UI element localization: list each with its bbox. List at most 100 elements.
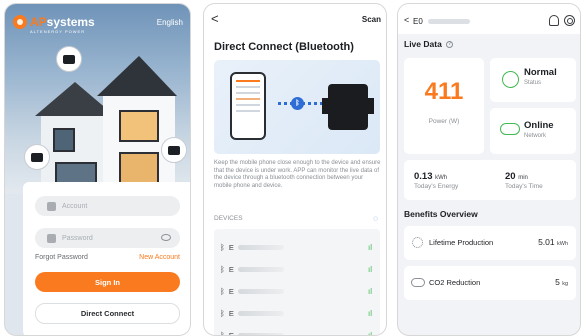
microinverter-art [322,84,374,130]
device-id-redacted [237,310,284,316]
eye-icon[interactable] [161,234,171,241]
account-field[interactable]: Account [35,196,180,216]
network-value: Online [524,120,554,131]
lock-icon [47,233,56,243]
stage: APsystems ALTENERGY POWER English Accoun… [0,0,585,336]
lifetime-unit: kWh [557,241,568,247]
back-icon[interactable]: < [404,15,409,25]
bell-icon[interactable] [549,15,559,26]
energy-value: 0.13 [414,171,433,182]
device-row[interactable]: ᛒ E ıl [220,240,374,254]
device-id: E [228,308,234,318]
window [119,110,159,142]
device-id: E [228,264,234,274]
bluetooth-screen: < Scan Direct Connect (Bluetooth) ᛒ Keep… [203,3,387,336]
status-card: Normal Status [490,58,576,102]
co2-cloud-icon [411,278,425,287]
scan-button[interactable]: Scan [362,15,381,24]
signal-icon: ıl [368,286,372,296]
device-id-redacted [237,244,284,250]
status-label: Status [524,80,542,86]
brand-prefix: AP [30,15,47,29]
devices-label: DEVICES [214,215,243,222]
brand-tagline: ALTENERGY POWER [30,29,86,34]
signal-icon: ıl [368,308,372,318]
device-name-redacted [428,19,470,24]
device-id-redacted [237,266,284,272]
energy-label: Today's Energy [414,183,459,190]
brand-logo: APsystems [13,15,95,29]
bluetooth-small-icon: ᛒ [220,264,225,274]
sign-in-button[interactable]: Sign In [35,272,180,292]
inverter-bubble-icon [56,46,82,72]
lifetime-production-row: Lifetime Production 5.01 kWh [404,226,576,260]
live-data-screen: < E0 Live Data ? 411 Power (W) Normal St… [397,3,581,336]
co2-unit: kg [562,281,568,287]
status-value: Normal [524,67,557,78]
lifetime-value-row: 5.01 kWh [538,237,568,247]
forgot-password-link[interactable]: Forgot Password [35,254,88,261]
top-bar: < Scan [204,4,386,32]
language-switch[interactable]: English [157,18,183,27]
brand-suffix: systems [46,15,95,29]
bluetooth-small-icon: ᛒ [220,330,225,336]
time-unit: min [518,175,528,181]
sun-icon [412,237,423,248]
status-check-icon [502,71,519,88]
page-title: Direct Connect (Bluetooth) [214,41,354,53]
device-id-redacted [237,332,284,335]
time-value: 20 [505,171,516,182]
bluetooth-icon: ᛒ [291,97,304,110]
time-value-row: 20 min [505,171,528,182]
lifetime-value: 5.01 [538,237,555,247]
password-placeholder: Password [62,234,93,242]
device-id: E [228,242,234,252]
device-id-redacted [237,288,284,294]
device-row[interactable]: ᛒ E ıl [220,284,374,298]
bluetooth-small-icon: ᛒ [220,242,225,252]
hero-image: APsystems ALTENERGY POWER English [5,4,190,194]
device-row[interactable]: ᛒ E ıl [220,306,374,320]
co2-label: CO2 Reduction [429,278,481,287]
co2-value-row: 5 kg [555,277,568,287]
power-card: 411 Power (W) [404,58,484,154]
help-icon[interactable]: ? [446,41,454,49]
top-bar: < E0 [398,4,580,34]
lifetime-label: Lifetime Production [429,238,494,247]
back-icon[interactable]: < [211,11,219,26]
device-row[interactable]: ᛒ E ıl [220,328,374,336]
live-data-title: Live Data [404,39,442,49]
login-card: Account Password Forgot Password New Acc… [23,182,190,335]
instructions-text: Keep the mobile phone close enough to th… [214,160,381,189]
energy-card: 0.13 kWh Today's Energy 20 min Today's T… [404,160,576,200]
time-label: Today's Time [505,183,543,190]
window [53,128,75,152]
gear-icon[interactable] [564,15,575,26]
power-label: Power (W) [428,118,460,125]
network-label: Network [524,133,547,139]
brand-mark-icon [13,15,27,29]
bluetooth-small-icon: ᛒ [220,308,225,318]
device-id: E [228,286,234,296]
power-value: 411 [424,78,464,105]
co2-reduction-row: CO2 Reduction 5 kg [404,266,576,300]
device-list: ᛒ E ıl ᛒ E ıl ᛒ E ıl ᛒ E ıl ᛒ E ıl [214,229,380,336]
device-row[interactable]: ᛒ E ıl [220,262,374,276]
new-account-link[interactable]: New Account [139,254,180,261]
energy-unit: kWh [435,175,448,181]
cloud-icon [500,123,520,135]
direct-connect-button[interactable]: Direct Connect [35,303,180,324]
network-card: Online Network [490,108,576,154]
device-id: E [228,330,234,336]
signal-icon: ıl [368,264,372,274]
section-title-live-data: Live Data ? [404,39,454,49]
energy-value-row: 0.13 kWh [414,171,447,182]
benefits-title: Benefits Overview [404,209,478,219]
phone-art [230,72,266,140]
battery-bubble-icon [161,137,187,163]
account-placeholder: Account [62,202,88,210]
co2-value: 5 [555,277,560,287]
signal-icon: ıl [368,330,372,336]
password-field[interactable]: Password [35,228,180,248]
bluetooth-small-icon: ᛒ [220,286,225,296]
